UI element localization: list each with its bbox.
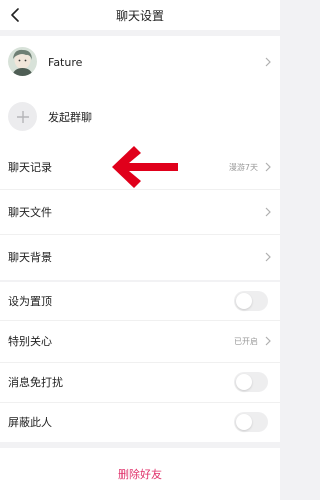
contact-name: Fature: [48, 55, 83, 69]
dnd-row: 消息免打扰: [0, 362, 280, 402]
toggle-knob: [236, 374, 252, 390]
chat-history-value: 漫游7天: [228, 162, 258, 172]
pin-label: 设为置顶: [8, 295, 52, 308]
contact-row[interactable]: Fature: [0, 36, 280, 88]
block-toggle[interactable]: [234, 412, 268, 432]
chevron-right-icon: [265, 252, 271, 262]
dnd-label: 消息免打扰: [8, 376, 63, 389]
chat-background-row[interactable]: 聊天背景: [0, 234, 280, 280]
pin-row: 设为置顶: [0, 282, 280, 320]
dnd-toggle[interactable]: [234, 372, 268, 392]
toggle-knob: [236, 414, 252, 430]
contact-section: Fature 发起群聊: [0, 36, 280, 144]
pin-toggle[interactable]: [234, 291, 268, 311]
delete-friend-button[interactable]: 删除好友: [0, 448, 280, 500]
avatar[interactable]: [8, 47, 37, 76]
block-row: 屏蔽此人: [0, 402, 280, 442]
special-care-label: 特别关心: [8, 335, 52, 348]
chat-history-label: 聊天记录: [8, 161, 52, 174]
settings-section: 设为置顶 特别关心 已开启 消息免打扰 屏蔽此人: [0, 282, 280, 442]
red-arrow-left-icon: [112, 146, 178, 188]
chevron-left-icon: [11, 8, 19, 22]
chat-files-row[interactable]: 聊天文件: [0, 190, 280, 234]
add-group-button[interactable]: [8, 102, 37, 131]
delete-section: 删除好友: [0, 448, 280, 500]
block-label: 屏蔽此人: [8, 416, 52, 429]
special-care-row[interactable]: 特别关心 已开启: [0, 320, 280, 362]
chevron-right-icon: [265, 162, 271, 172]
page-title: 聊天设置: [115, 8, 164, 23]
create-group-label: 发起群聊: [48, 111, 92, 124]
nav-bar: 聊天设置: [0, 0, 280, 30]
chevron-right-icon: [265, 336, 271, 346]
toggle-knob: [236, 293, 252, 309]
plus-icon: [16, 110, 29, 123]
chevron-right-icon: [265, 57, 271, 67]
back-button[interactable]: [0, 0, 30, 30]
chat-background-label: 聊天背景: [8, 251, 52, 264]
special-care-value: 已开启: [234, 336, 258, 346]
chevron-right-icon: [265, 207, 271, 217]
chat-files-label: 聊天文件: [8, 206, 52, 219]
create-group-row[interactable]: 发起群聊: [0, 90, 280, 144]
